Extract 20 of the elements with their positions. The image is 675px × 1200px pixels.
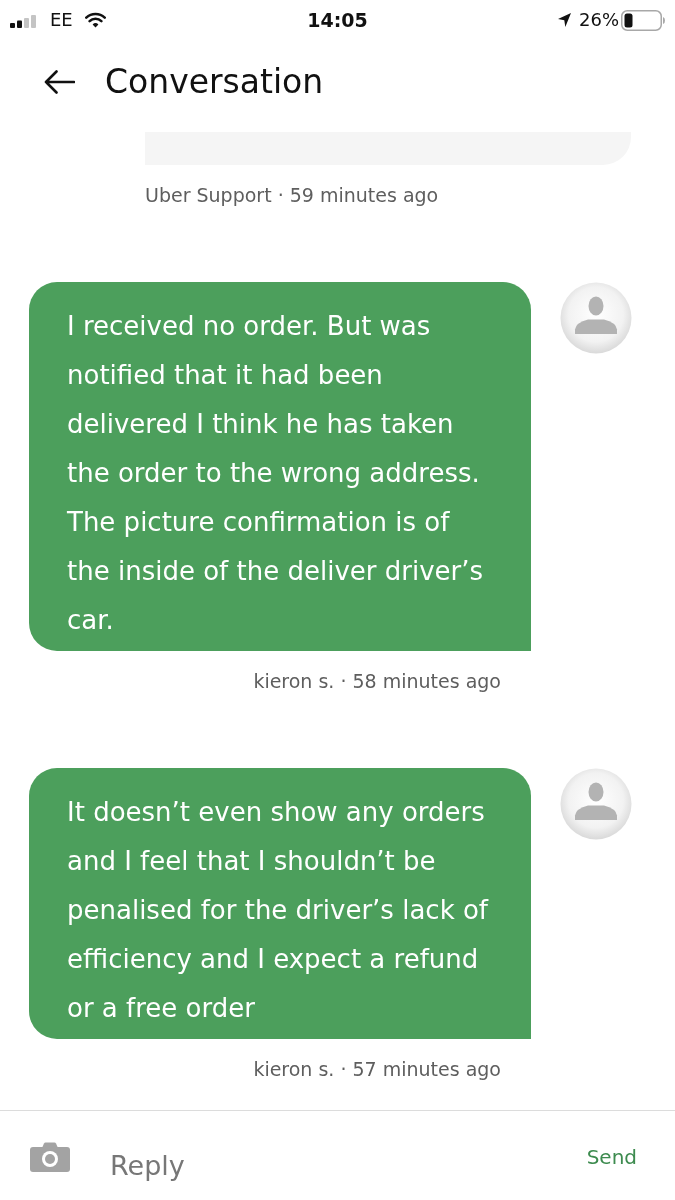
battery-icon xyxy=(621,9,665,31)
avatar-icon xyxy=(560,282,632,354)
wifi-icon xyxy=(84,12,106,28)
message-meta: kieron s. · 57 minutes ago xyxy=(253,1057,501,1081)
send-button[interactable]: Send xyxy=(586,1143,637,1170)
page-title: Conversation xyxy=(105,62,324,102)
message-meta: Uber Support · 59 minutes ago xyxy=(145,183,439,207)
battery-percent: 26% xyxy=(579,9,619,31)
avatar-icon xyxy=(560,768,632,840)
location-arrow-icon xyxy=(558,13,571,27)
message-bubble: I received no order. But was notified that it had been delivered I think he has taken the order to the wrong address. The picture confirmation is of the inside of the deliver driver’s car. xyxy=(29,282,531,651)
back-button[interactable] xyxy=(43,70,75,94)
message-meta: kieron s. · 58 minutes ago xyxy=(253,669,501,693)
camera-icon xyxy=(30,1141,70,1172)
message-bubble: It doesn’t even show any orders and I feel that I shouldn’t be penalised for the driver’s lack of efficiency and I expect a refund or a free order xyxy=(29,768,531,1039)
reply-field[interactable]: Reply xyxy=(110,1147,530,1184)
signal-icon xyxy=(10,15,37,28)
status-time: 14:05 xyxy=(306,9,369,31)
carrier-label: EE xyxy=(50,9,73,31)
back-arrow-icon xyxy=(43,70,75,94)
